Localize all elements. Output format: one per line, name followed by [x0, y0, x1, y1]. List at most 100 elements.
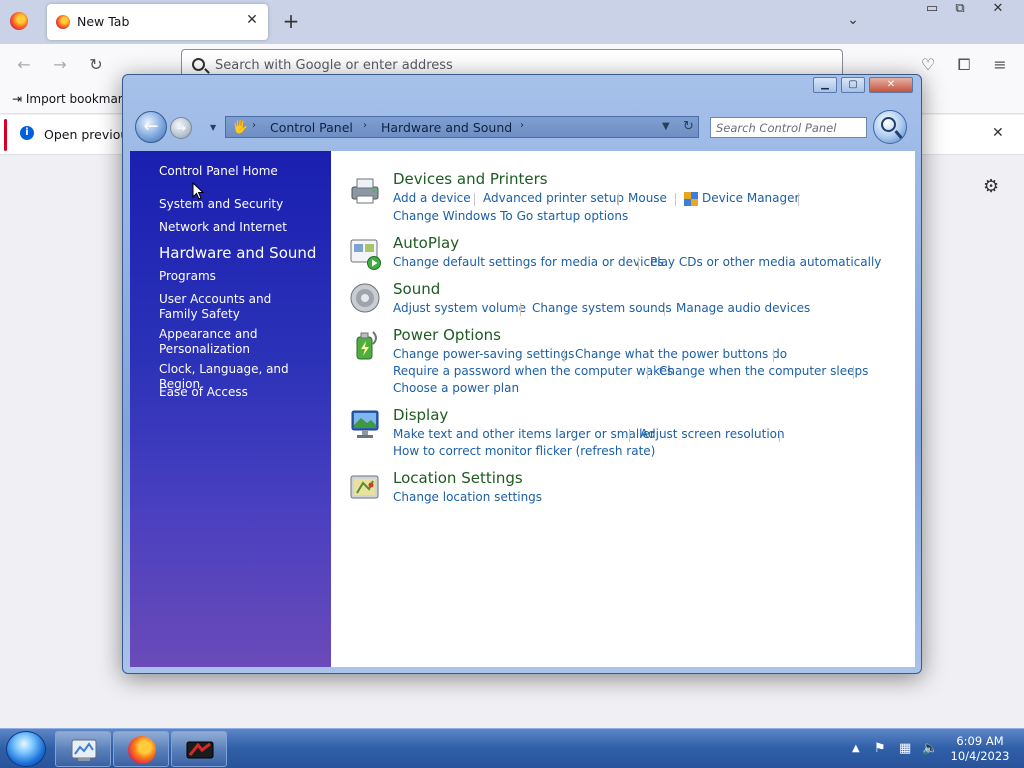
network-icon[interactable]: ▦ — [899, 741, 911, 756]
sidebar-item-appearance[interactable]: Appearance and Personalization — [159, 327, 279, 357]
task-choose-power-plan[interactable]: Choose a power plan — [393, 381, 519, 395]
breadcrumb-separator[interactable]: › — [520, 120, 524, 131]
search-icon — [881, 117, 896, 132]
separator — [675, 193, 676, 206]
cp-minimize-icon[interactable]: ▁ — [813, 77, 837, 93]
system-clock[interactable]: 6:09 AM 10/4/2023 — [950, 734, 1010, 764]
taskbar-control-panel-button[interactable] — [55, 731, 111, 767]
sidebar-item-hardware-and-sound[interactable]: Hardware and Sound — [159, 246, 316, 261]
sidebar-item-programs[interactable]: Programs — [159, 269, 216, 284]
sidebar-item-ease-of-access[interactable]: Ease of Access — [159, 385, 248, 400]
category-title-location-settings[interactable]: Location Settings — [393, 469, 523, 487]
address-bar[interactable]: 🖐 › Control Panel › Hardware and Sound ›… — [225, 116, 699, 138]
refresh-icon[interactable]: ↻ — [683, 119, 694, 134]
menu-icon[interactable]: ≡ — [988, 53, 1012, 77]
forward-button[interactable]: → — [170, 117, 192, 139]
control-panel-icon: 🖐 — [232, 120, 249, 135]
firefox-icon[interactable] — [10, 12, 28, 30]
category-title-devices-and-printers[interactable]: Devices and Printers — [393, 170, 548, 188]
task-device-manager[interactable]: Device Manager — [702, 191, 799, 205]
task-mouse[interactable]: Mouse — [628, 191, 667, 205]
restore-icon[interactable]: ⧉ — [947, 0, 973, 18]
control-panel-search-input[interactable]: Search Control Panel — [710, 117, 867, 138]
close-icon[interactable]: ✕ — [985, 0, 1011, 18]
recent-pages-icon[interactable]: ▼ — [210, 123, 216, 132]
category-title-autoplay[interactable]: AutoPlay — [393, 234, 459, 252]
import-bookmarks-link[interactable]: ⇥ Import bookmark — [12, 92, 130, 106]
cp-close-icon[interactable]: ✕ — [869, 77, 913, 93]
breadcrumb-separator[interactable]: › — [363, 120, 367, 131]
display-icon[interactable] — [349, 408, 382, 441]
search-icon — [192, 58, 205, 71]
task-change-default-media-settings[interactable]: Change default settings for media or dev… — [393, 255, 664, 269]
back-arrow-icon[interactable]: ← — [12, 53, 36, 77]
location-settings-icon[interactable] — [349, 471, 382, 504]
show-hidden-icons[interactable]: ▲ — [852, 743, 860, 754]
sidebar-item-user-accounts[interactable]: User Accounts and Family Safety — [159, 292, 309, 322]
info-icon: i — [20, 126, 34, 140]
control-panel-window: ▁ ▢ ✕ ← → ▼ 🖐 › Control Panel › Hardware… — [122, 74, 922, 674]
firefox-tab-icon — [56, 15, 70, 29]
sidebar-item-system-and-security[interactable]: System and Security — [159, 197, 283, 212]
task-add-a-device[interactable]: Add a device — [393, 191, 471, 205]
chevron-down-icon[interactable]: ⌄ — [842, 12, 864, 32]
taskbar-firefox-button[interactable] — [113, 731, 169, 767]
task-change-system-sounds[interactable]: Change system sounds — [532, 301, 672, 315]
breadcrumb-control-panel[interactable]: Control Panel — [270, 120, 353, 135]
power-options-icon[interactable] — [349, 328, 382, 361]
address-dropdown-icon[interactable]: ▼ — [662, 121, 670, 132]
close-notice-icon[interactable]: ✕ — [992, 125, 1004, 141]
separator — [647, 366, 648, 379]
search-button[interactable] — [873, 110, 907, 144]
task-make-text-larger[interactable]: Make text and other items larger or smal… — [393, 427, 655, 441]
start-button[interactable] — [6, 731, 46, 767]
clock-time: 6:09 AM — [956, 734, 1004, 748]
sound-icon[interactable] — [349, 282, 382, 315]
task-adjust-system-volume[interactable]: Adjust system volume — [393, 301, 526, 315]
breadcrumb-separator[interactable]: › — [252, 120, 256, 131]
gear-icon[interactable]: ⚙ — [983, 176, 999, 197]
task-windows-to-go-startup[interactable]: Change Windows To Go startup options — [393, 209, 628, 223]
task-change-sleep[interactable]: Change when the computer sleeps — [659, 364, 868, 378]
category-title-display[interactable]: Display — [393, 406, 448, 424]
separator — [618, 193, 619, 206]
category-title-sound[interactable]: Sound — [393, 280, 440, 298]
devices-and-printers-icon[interactable] — [349, 173, 382, 206]
tab-new-tab[interactable]: New Tab ✕ — [47, 4, 268, 40]
url-placeholder: Search with Google or enter address — [215, 58, 453, 73]
separator — [638, 257, 639, 270]
task-change-power-saving[interactable]: Change power-saving settings — [393, 347, 574, 361]
separator — [779, 429, 780, 442]
sidebar-item-network-and-internet[interactable]: Network and Internet — [159, 220, 287, 235]
notice-accent — [4, 119, 7, 151]
separator — [664, 303, 665, 316]
task-change-power-buttons[interactable]: Change what the power buttons do — [575, 347, 787, 361]
action-center-flag-icon[interactable]: ⚑ — [874, 741, 886, 756]
minimize-icon[interactable]: ▭ — [919, 0, 945, 18]
sidebar-item-control-panel-home[interactable]: Control Panel Home — [159, 164, 278, 179]
category-title-power-options[interactable]: Power Options — [393, 326, 501, 344]
task-change-location-settings[interactable]: Change location settings — [393, 490, 542, 504]
task-play-cds-automatically[interactable]: Play CDs or other media automatically — [650, 255, 881, 269]
media-app-icon — [186, 741, 214, 759]
forward-arrow-icon[interactable]: → — [48, 53, 72, 77]
cp-maximize-icon[interactable]: ▢ — [841, 77, 865, 93]
breadcrumb-hardware-and-sound[interactable]: Hardware and Sound — [381, 120, 512, 135]
taskbar-app-button[interactable] — [171, 731, 227, 767]
reload-icon[interactable]: ↻ — [84, 53, 108, 77]
task-adjust-screen-resolution[interactable]: Adjust screen resolution — [640, 427, 785, 441]
task-manage-audio-devices[interactable]: Manage audio devices — [676, 301, 810, 315]
new-tab-button[interactable]: + — [280, 10, 302, 32]
navigation-sidebar: Control Panel Home System and Security N… — [130, 151, 331, 667]
browser-tab-bar: New Tab ✕ + ⌄ ▭ ⧉ ✕ — [0, 0, 1024, 44]
close-tab-icon[interactable]: ✕ — [244, 12, 260, 28]
task-require-password-on-wake[interactable]: Require a password when the computer wak… — [393, 364, 673, 378]
extensions-icon[interactable]: ⧠ — [952, 53, 976, 77]
volume-icon[interactable]: 🔈 — [922, 741, 938, 756]
autoplay-icon[interactable] — [349, 237, 382, 270]
separator — [773, 349, 774, 362]
back-button[interactable]: ← — [135, 111, 167, 143]
task-advanced-printer-setup[interactable]: Advanced printer setup — [483, 191, 624, 205]
task-correct-monitor-flicker[interactable]: How to correct monitor flicker (refresh … — [393, 444, 655, 458]
pocket-icon[interactable]: ♡ — [916, 53, 940, 77]
